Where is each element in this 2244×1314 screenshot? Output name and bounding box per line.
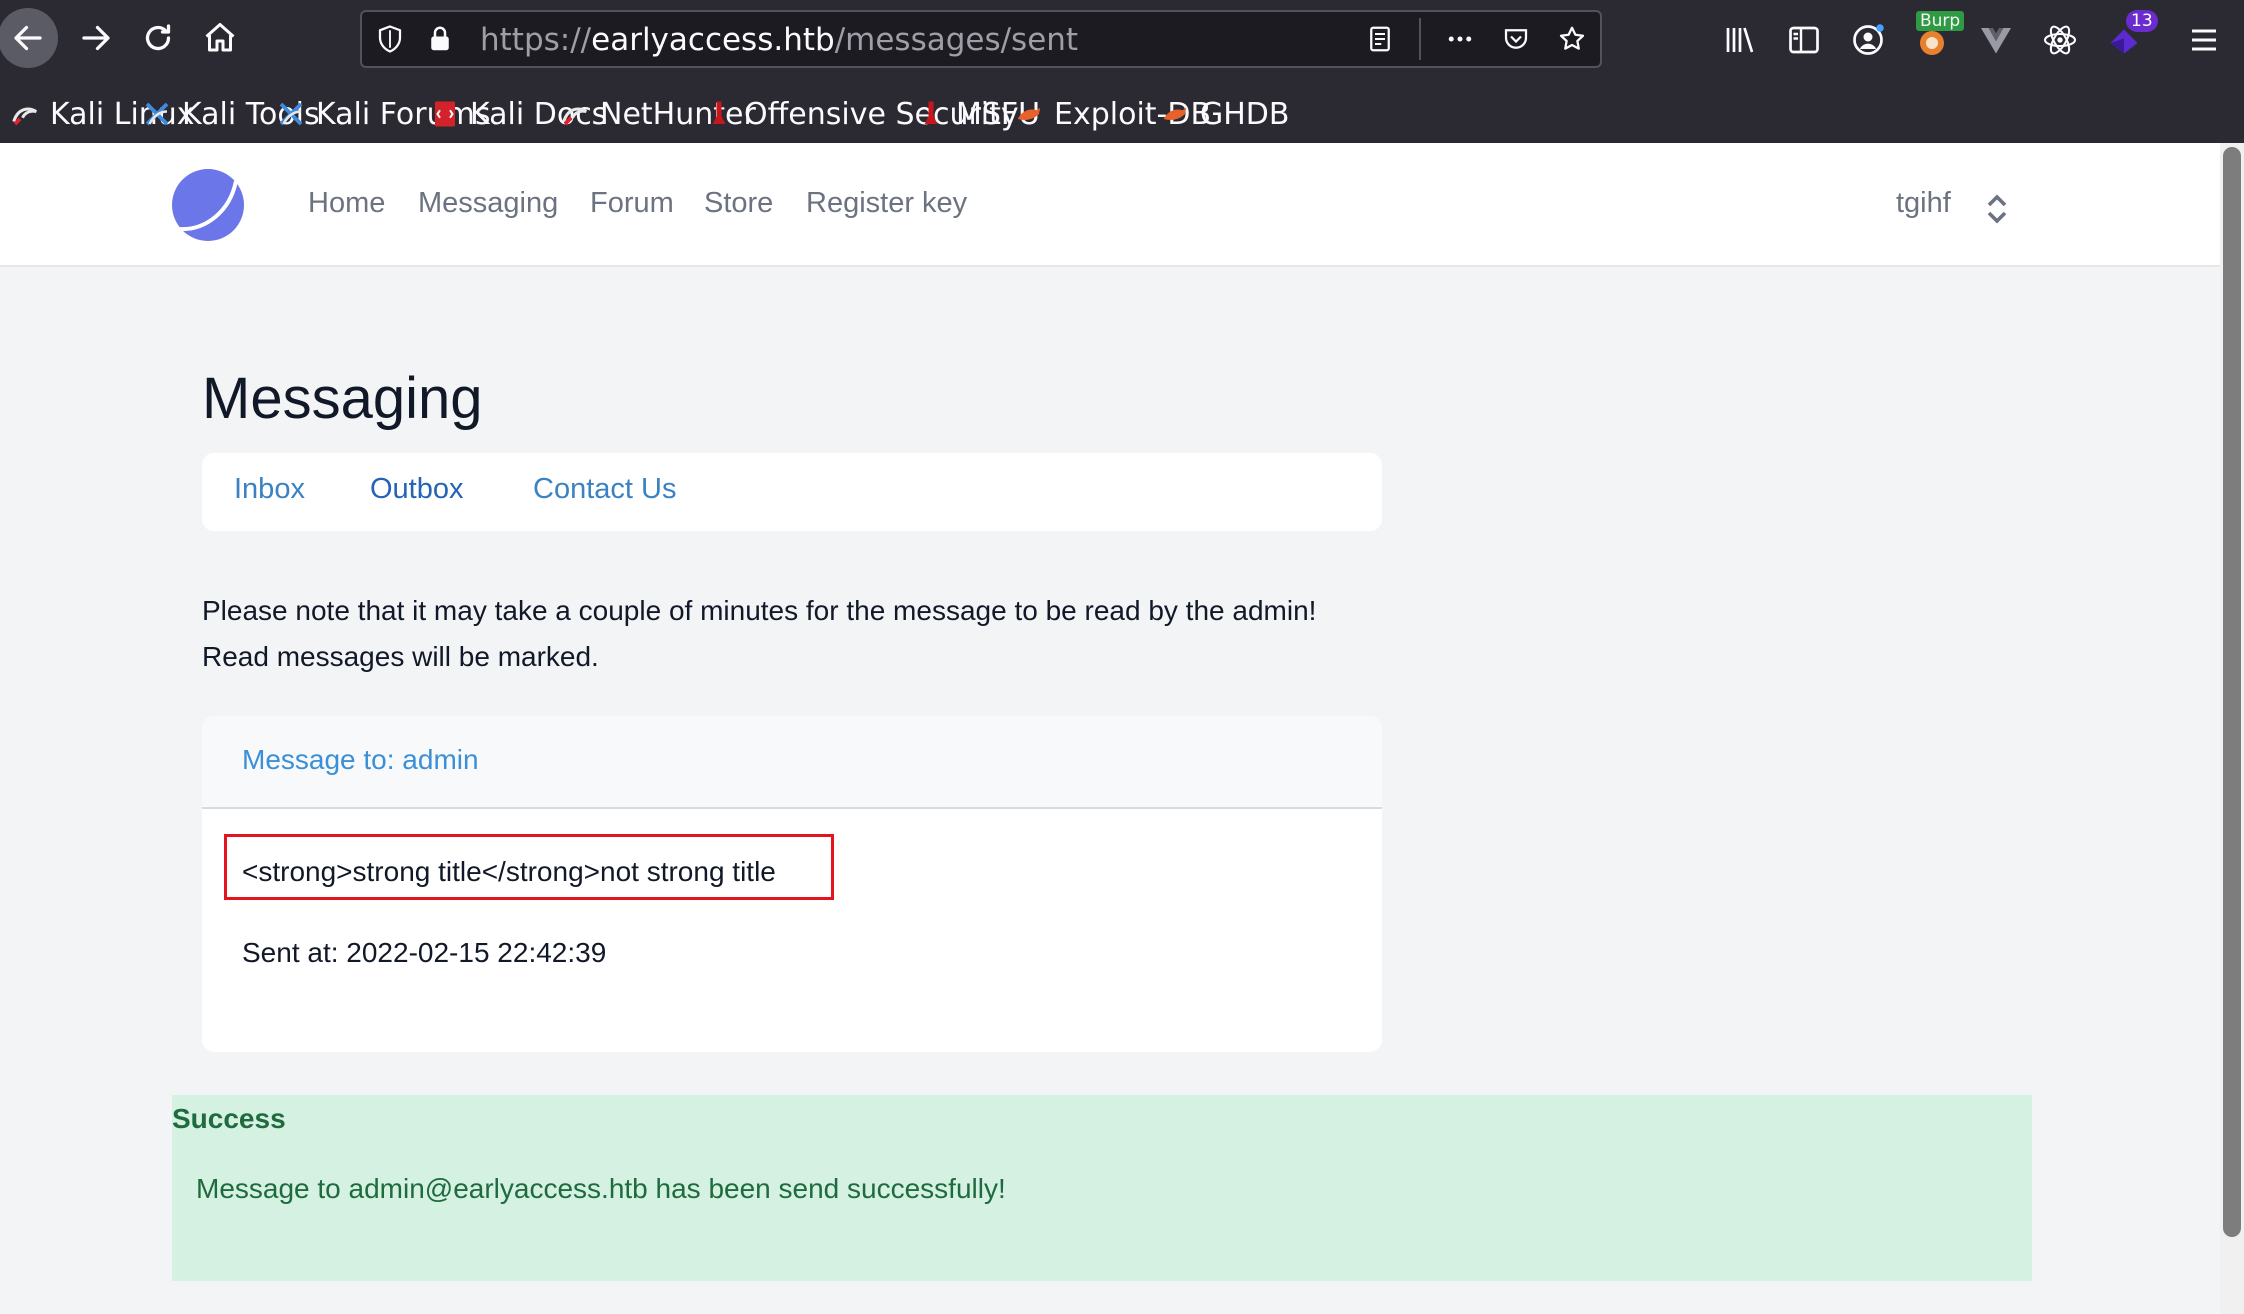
notice-line-1: Please note that it may take a couple of… bbox=[202, 595, 1317, 626]
account-icon[interactable] bbox=[1846, 18, 1890, 62]
extension-count-badge: 13 bbox=[2126, 10, 2158, 32]
page-scrollbar[interactable] bbox=[2220, 143, 2244, 1314]
hamburger-menu-icon[interactable] bbox=[2182, 18, 2226, 62]
success-alert-text: Message to admin@earlyaccess.htb has bee… bbox=[196, 1173, 1006, 1204]
forward-button[interactable] bbox=[66, 8, 126, 68]
site-logo-icon[interactable] bbox=[170, 167, 246, 243]
bookmark-ghdb[interactable]: GHDB bbox=[1158, 92, 1290, 136]
browser-chrome: https://earlyaccess.htb/messages/sent Bu… bbox=[0, 0, 2244, 143]
url-bar-divider bbox=[1419, 18, 1421, 60]
ghdb-icon bbox=[1158, 97, 1192, 131]
arrow-left-icon bbox=[14, 25, 42, 51]
nethunter-icon bbox=[558, 97, 592, 131]
home-icon bbox=[205, 23, 235, 52]
nav-link-home[interactable]: Home bbox=[308, 187, 385, 220]
arrow-right-icon bbox=[82, 25, 110, 51]
back-button[interactable] bbox=[0, 8, 58, 68]
url-bar[interactable]: https://earlyaccess.htb/messages/sent bbox=[360, 10, 1602, 68]
message-card-header: Message to: admin bbox=[202, 716, 1382, 809]
browser-toolbar: https://earlyaccess.htb/messages/sent Bu… bbox=[0, 0, 2244, 82]
url-path: /messages/sent bbox=[834, 22, 1079, 58]
site-navbar: Home Messaging Forum Store Register key … bbox=[0, 143, 2220, 267]
message-recipient-link[interactable]: Message to: admin bbox=[242, 744, 479, 776]
nav-link-store[interactable]: Store bbox=[704, 187, 773, 220]
page-title: Messaging bbox=[202, 366, 483, 431]
message-card: Message to: admin <strong>strong title</… bbox=[202, 716, 1382, 1052]
vue-devtools-icon[interactable] bbox=[1974, 18, 2018, 62]
tab-contact-us[interactable]: Contact Us bbox=[533, 473, 676, 506]
more-actions-icon[interactable] bbox=[1442, 21, 1478, 57]
reload-icon bbox=[145, 24, 171, 51]
msfu-icon bbox=[914, 97, 948, 131]
offsec-icon bbox=[702, 97, 736, 131]
message-body: <strong>strong title</strong>not strong … bbox=[242, 856, 776, 887]
notice-line-2: Read messages will be marked. bbox=[202, 641, 599, 672]
nav-link-messaging[interactable]: Messaging bbox=[418, 187, 558, 220]
tab-outbox[interactable]: Outbox bbox=[370, 473, 464, 506]
success-alert: Success Message to admin@earlyaccess.htb… bbox=[172, 1095, 2032, 1281]
url-scheme: https:// bbox=[480, 22, 592, 58]
user-menu[interactable]: tgihf bbox=[1896, 187, 1951, 220]
bookmark-star-icon[interactable] bbox=[1554, 21, 1590, 57]
kali-docs-icon bbox=[428, 97, 462, 131]
lock-icon[interactable] bbox=[422, 21, 458, 57]
library-icon[interactable] bbox=[1718, 18, 1762, 62]
shield-icon[interactable] bbox=[372, 21, 408, 57]
reload-button[interactable] bbox=[128, 8, 188, 68]
kali-forums-icon bbox=[274, 97, 308, 131]
exploitdb-icon bbox=[1012, 97, 1046, 131]
pocket-icon[interactable] bbox=[1498, 21, 1534, 57]
tab-inbox[interactable]: Inbox bbox=[234, 473, 305, 506]
nav-link-register-key[interactable]: Register key bbox=[806, 187, 967, 220]
sidebar-icon[interactable] bbox=[1782, 18, 1826, 62]
home-button[interactable] bbox=[190, 8, 250, 68]
kali-dragon-icon bbox=[8, 97, 42, 131]
burp-badge: Burp bbox=[1916, 11, 1965, 31]
kali-tools-icon bbox=[140, 97, 174, 131]
messaging-tabs: Inbox Outbox Contact Us bbox=[202, 453, 1382, 531]
chevron-updown-icon[interactable] bbox=[1983, 191, 2011, 227]
scrollbar-thumb[interactable] bbox=[2223, 147, 2241, 1237]
success-alert-title: Success bbox=[172, 1103, 286, 1134]
url-text[interactable]: https://earlyaccess.htb/messages/sent bbox=[480, 22, 1078, 58]
page-viewport: Home Messaging Forum Store Register key … bbox=[0, 143, 2220, 1314]
react-devtools-icon[interactable] bbox=[2038, 18, 2082, 62]
url-host: earlyaccess.htb bbox=[591, 22, 835, 58]
bookmark-label: GHDB bbox=[1200, 96, 1290, 132]
reader-view-icon[interactable] bbox=[1362, 21, 1398, 57]
nav-link-forum[interactable]: Forum bbox=[590, 187, 674, 220]
message-sent-at: Sent at: 2022-02-15 22:42:39 bbox=[242, 937, 607, 968]
bookmarks-bar: Kali Linux Kali Tools Kali Forums Kali Docs… bbox=[0, 84, 2244, 142]
